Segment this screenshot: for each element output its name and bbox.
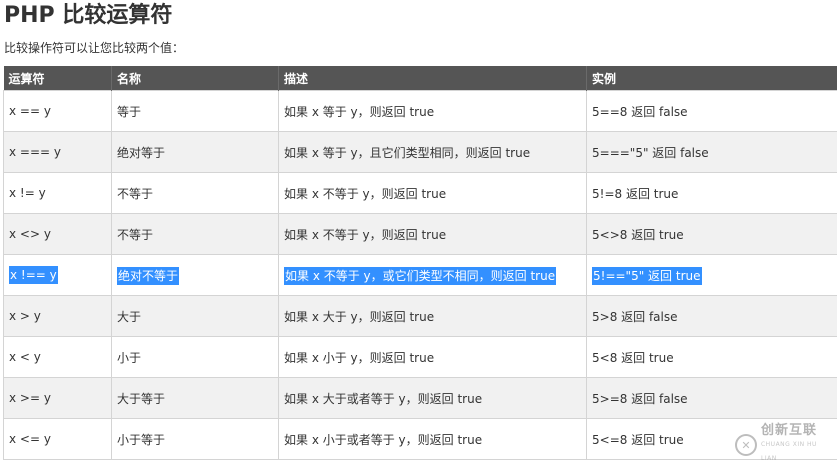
cell-operator: x === y — [4, 132, 112, 173]
cell-description: 如果 x 不等于 y，则返回 true — [279, 173, 587, 214]
watermark-text: 创新互联 CHUANG XIN HU LIAN — [761, 424, 835, 466]
cell-name: 绝对等于 — [112, 132, 279, 173]
table-row: x <> y 不等于 如果 x 不等于 y，则返回 true 5<>8 返回 t… — [4, 214, 837, 255]
table-row: x >= y 大于等于 如果 x 大于或者等于 y，则返回 true 5>=8 … — [4, 378, 837, 419]
cell-operator: x <> y — [4, 214, 112, 255]
cell-description: 如果 x 小于 y，则返回 true — [279, 337, 587, 378]
cell-example: 5!=8 返回 true — [587, 173, 837, 214]
header-example: 实例 — [587, 66, 837, 91]
watermark-subtitle: CHUANG XIN HU LIAN — [761, 438, 835, 466]
cell-description: 如果 x 等于 y，则返回 true — [279, 91, 587, 132]
cell-name: 等于 — [112, 91, 279, 132]
watermark: ✕ 创新互联 CHUANG XIN HU LIAN — [735, 425, 835, 465]
cell-example: 5==8 返回 false — [587, 91, 837, 132]
cell-name[interactable]: 绝对不等于 — [112, 255, 279, 296]
cell-operator: x == y — [4, 91, 112, 132]
table-body: x == y 等于 如果 x 等于 y，则返回 true 5==8 返回 fal… — [4, 91, 837, 460]
cell-name: 大于等于 — [112, 378, 279, 419]
cell-example: 5==="5" 返回 false — [587, 132, 837, 173]
cell-operator: x <= y — [4, 419, 112, 460]
cell-operator: x >= y — [4, 378, 112, 419]
cell-description: 如果 x 不等于 y，则返回 true — [279, 214, 587, 255]
cell-description: 如果 x 大于或者等于 y，则返回 true — [279, 378, 587, 419]
cell-example: 5<8 返回 true — [587, 337, 837, 378]
cell-description: 如果 x 小于或者等于 y，则返回 true — [279, 419, 587, 460]
cell-operator[interactable]: x !== y — [4, 255, 112, 296]
cell-name: 不等于 — [112, 214, 279, 255]
table-row-selected[interactable]: x !== y 绝对不等于 如果 x 不等于 y，或它们类型不相同，则返回 tr… — [4, 255, 837, 296]
comparison-operators-table: 运算符 名称 描述 实例 x == y 等于 如果 x 等于 y，则返回 tru… — [3, 66, 837, 460]
header-name: 名称 — [112, 66, 279, 91]
selected-text[interactable]: 绝对不等于 — [117, 267, 179, 285]
watermark-name: 创新互联 — [761, 424, 835, 438]
cell-description: 如果 x 大于 y，则返回 true — [279, 296, 587, 337]
header-row: 运算符 名称 描述 实例 — [4, 66, 837, 91]
header-description: 描述 — [279, 66, 587, 91]
table-row: x == y 等于 如果 x 等于 y，则返回 true 5==8 返回 fal… — [4, 91, 837, 132]
header-operator: 运算符 — [4, 66, 112, 91]
table-row: x <= y 小于等于 如果 x 小于或者等于 y，则返回 true 5<=8 … — [4, 419, 837, 460]
table-row: x > y 大于 如果 x 大于 y，则返回 true 5>8 返回 false — [4, 296, 837, 337]
table-row: x < y 小于 如果 x 小于 y，则返回 true 5<8 返回 true — [4, 337, 837, 378]
cell-name: 大于 — [112, 296, 279, 337]
cell-name: 小于等于 — [112, 419, 279, 460]
cell-example: 5>=8 返回 false — [587, 378, 837, 419]
table-row: x === y 绝对等于 如果 x 等于 y，且它们类型相同，则返回 true … — [4, 132, 837, 173]
selected-text[interactable]: x !== y — [9, 266, 58, 284]
table-row: x != y 不等于 如果 x 不等于 y，则返回 true 5!=8 返回 t… — [4, 173, 837, 214]
cell-description[interactable]: 如果 x 不等于 y，或它们类型不相同，则返回 true — [279, 255, 587, 296]
cell-name: 不等于 — [112, 173, 279, 214]
cell-example[interactable]: 5!=="5" 返回 true — [587, 255, 837, 296]
selected-text[interactable]: 如果 x 不等于 y，或它们类型不相同，则返回 true — [284, 267, 556, 285]
chuangxin-logo-icon: ✕ — [735, 434, 757, 456]
cell-example: 5>8 返回 false — [587, 296, 837, 337]
selected-text[interactable]: 5!=="5" 返回 true — [592, 267, 702, 285]
table-header: 运算符 名称 描述 实例 — [4, 66, 837, 91]
page-title: PHP 比较运算符 — [4, 2, 172, 30]
intro-text: 比较操作符可以让您比较两个值： — [4, 40, 184, 56]
cell-operator: x > y — [4, 296, 112, 337]
cell-operator: x < y — [4, 337, 112, 378]
cell-description: 如果 x 等于 y，且它们类型相同，则返回 true — [279, 132, 587, 173]
cell-operator: x != y — [4, 173, 112, 214]
cell-name: 小于 — [112, 337, 279, 378]
cell-example: 5<>8 返回 true — [587, 214, 837, 255]
